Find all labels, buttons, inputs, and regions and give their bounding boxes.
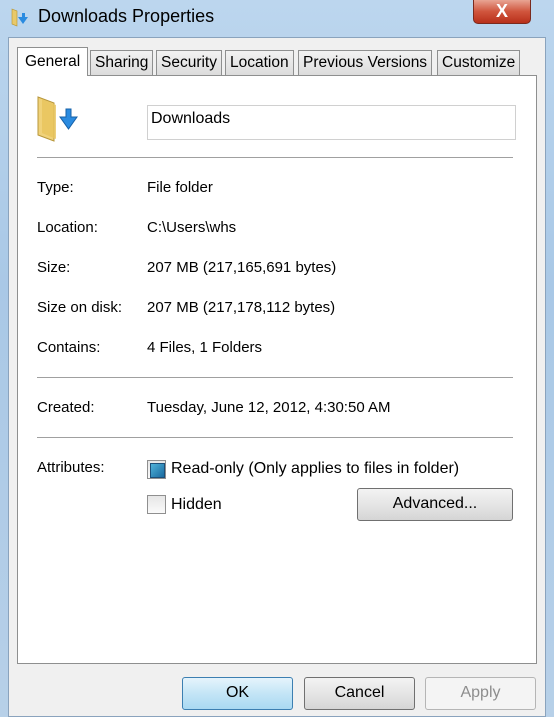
- tab-previous-versions[interactable]: Previous Versions: [298, 50, 433, 75]
- close-button[interactable]: X: [473, 0, 531, 24]
- location-value: C:\Users\whs: [147, 219, 237, 236]
- cancel-button[interactable]: Cancel: [304, 677, 415, 710]
- size-on-disk-value: 207 MB (217,178,112 bytes): [147, 299, 336, 316]
- advanced-button[interactable]: Advanced...: [357, 488, 513, 521]
- downloads-folder-icon: [11, 8, 28, 27]
- created-label: Created:: [37, 399, 95, 416]
- folder-name-input[interactable]: Downloads: [147, 105, 516, 140]
- divider: [37, 377, 513, 378]
- hidden-checkbox[interactable]: [147, 495, 166, 514]
- contains-value: 4 Files, 1 Folders: [147, 339, 263, 356]
- type-label: Type:: [37, 179, 74, 196]
- size-value: 207 MB (217,165,691 bytes): [147, 259, 337, 276]
- window-title: Downloads Properties: [38, 6, 215, 26]
- contains-label: Contains:: [37, 339, 101, 356]
- downloads-folder-icon: [37, 96, 78, 142]
- hidden-label[interactable]: Hidden: [171, 496, 222, 514]
- readonly-checkbox[interactable]: [147, 460, 166, 479]
- ok-button[interactable]: OK: [182, 677, 293, 710]
- tab-customize[interactable]: Customize: [437, 50, 521, 75]
- apply-button[interactable]: Apply: [425, 677, 536, 710]
- attributes-label: Attributes:: [37, 459, 105, 476]
- tab-location[interactable]: Location: [225, 50, 294, 75]
- tab-security[interactable]: Security: [156, 50, 222, 75]
- divider: [37, 157, 513, 158]
- tab-general[interactable]: General: [17, 47, 89, 76]
- readonly-label[interactable]: Read-only (Only applies to files in fold…: [171, 460, 459, 478]
- divider: [37, 437, 513, 438]
- size-on-disk-label: Size on disk:: [37, 299, 123, 316]
- created-value: Tuesday, June 12, 2012, 4:30:50 AM: [147, 399, 391, 416]
- general-panel: [17, 75, 537, 664]
- size-label: Size:: [37, 259, 71, 276]
- type-value: File folder: [147, 179, 213, 196]
- location-label: Location:: [37, 219, 98, 236]
- tab-sharing[interactable]: Sharing: [90, 50, 154, 75]
